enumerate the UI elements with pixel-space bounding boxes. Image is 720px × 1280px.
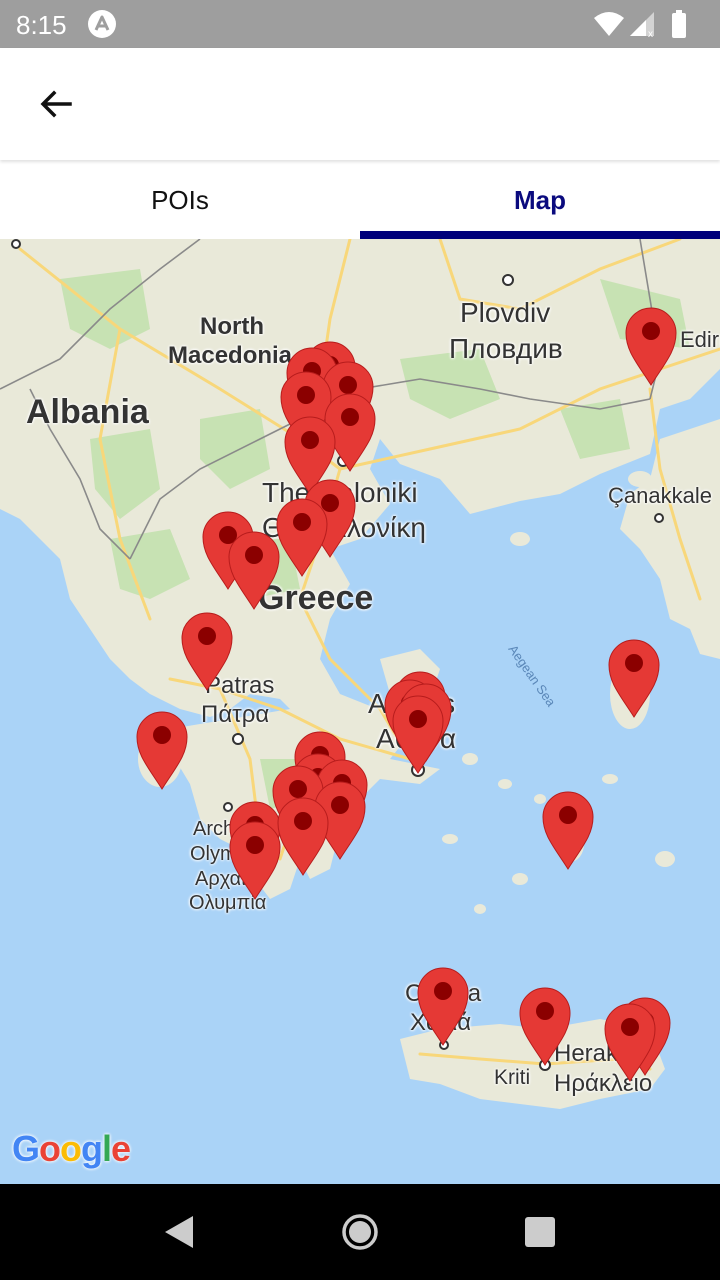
map-marker[interactable] bbox=[417, 967, 469, 1046]
tab-indicator bbox=[360, 231, 720, 239]
map-marker[interactable] bbox=[542, 791, 594, 870]
map-marker[interactable] bbox=[136, 711, 188, 790]
svg-text:x: x bbox=[648, 29, 653, 40]
back-button[interactable] bbox=[24, 78, 88, 130]
map-view[interactable]: Aegean Sea North Macedonia Albania Plovd… bbox=[0, 239, 720, 1184]
tab-bar: POIs Map bbox=[0, 161, 720, 239]
google-logo: Google bbox=[12, 1128, 131, 1169]
back-triangle-icon[interactable] bbox=[155, 1208, 203, 1256]
cell-signal-icon: x bbox=[630, 12, 654, 40]
map-marker[interactable] bbox=[228, 531, 280, 610]
map-marker[interactable] bbox=[181, 612, 233, 691]
map-marker[interactable] bbox=[519, 987, 571, 1066]
map-marker[interactable] bbox=[625, 307, 677, 386]
tab-pois[interactable]: POIs bbox=[0, 161, 360, 239]
app-bar bbox=[0, 48, 720, 160]
map-marker[interactable] bbox=[276, 498, 328, 577]
status-time: 8:15 bbox=[16, 10, 67, 40]
navigation-bar bbox=[0, 1184, 720, 1280]
map-marker[interactable] bbox=[608, 639, 660, 718]
wifi-icon bbox=[594, 12, 624, 36]
arrow-back-icon bbox=[40, 90, 72, 118]
status-icons: x bbox=[590, 8, 710, 40]
map-marker[interactable] bbox=[277, 797, 329, 876]
markers bbox=[136, 307, 677, 1082]
map-marker[interactable] bbox=[392, 695, 444, 774]
status-bar: 8:15 x bbox=[0, 0, 720, 48]
battery-icon bbox=[672, 10, 686, 38]
home-circle-icon[interactable] bbox=[336, 1208, 384, 1256]
app-notification-icon bbox=[88, 10, 116, 38]
recents-square-icon[interactable] bbox=[516, 1208, 564, 1256]
map-marker[interactable] bbox=[229, 821, 281, 900]
tab-map[interactable]: Map bbox=[360, 161, 720, 239]
